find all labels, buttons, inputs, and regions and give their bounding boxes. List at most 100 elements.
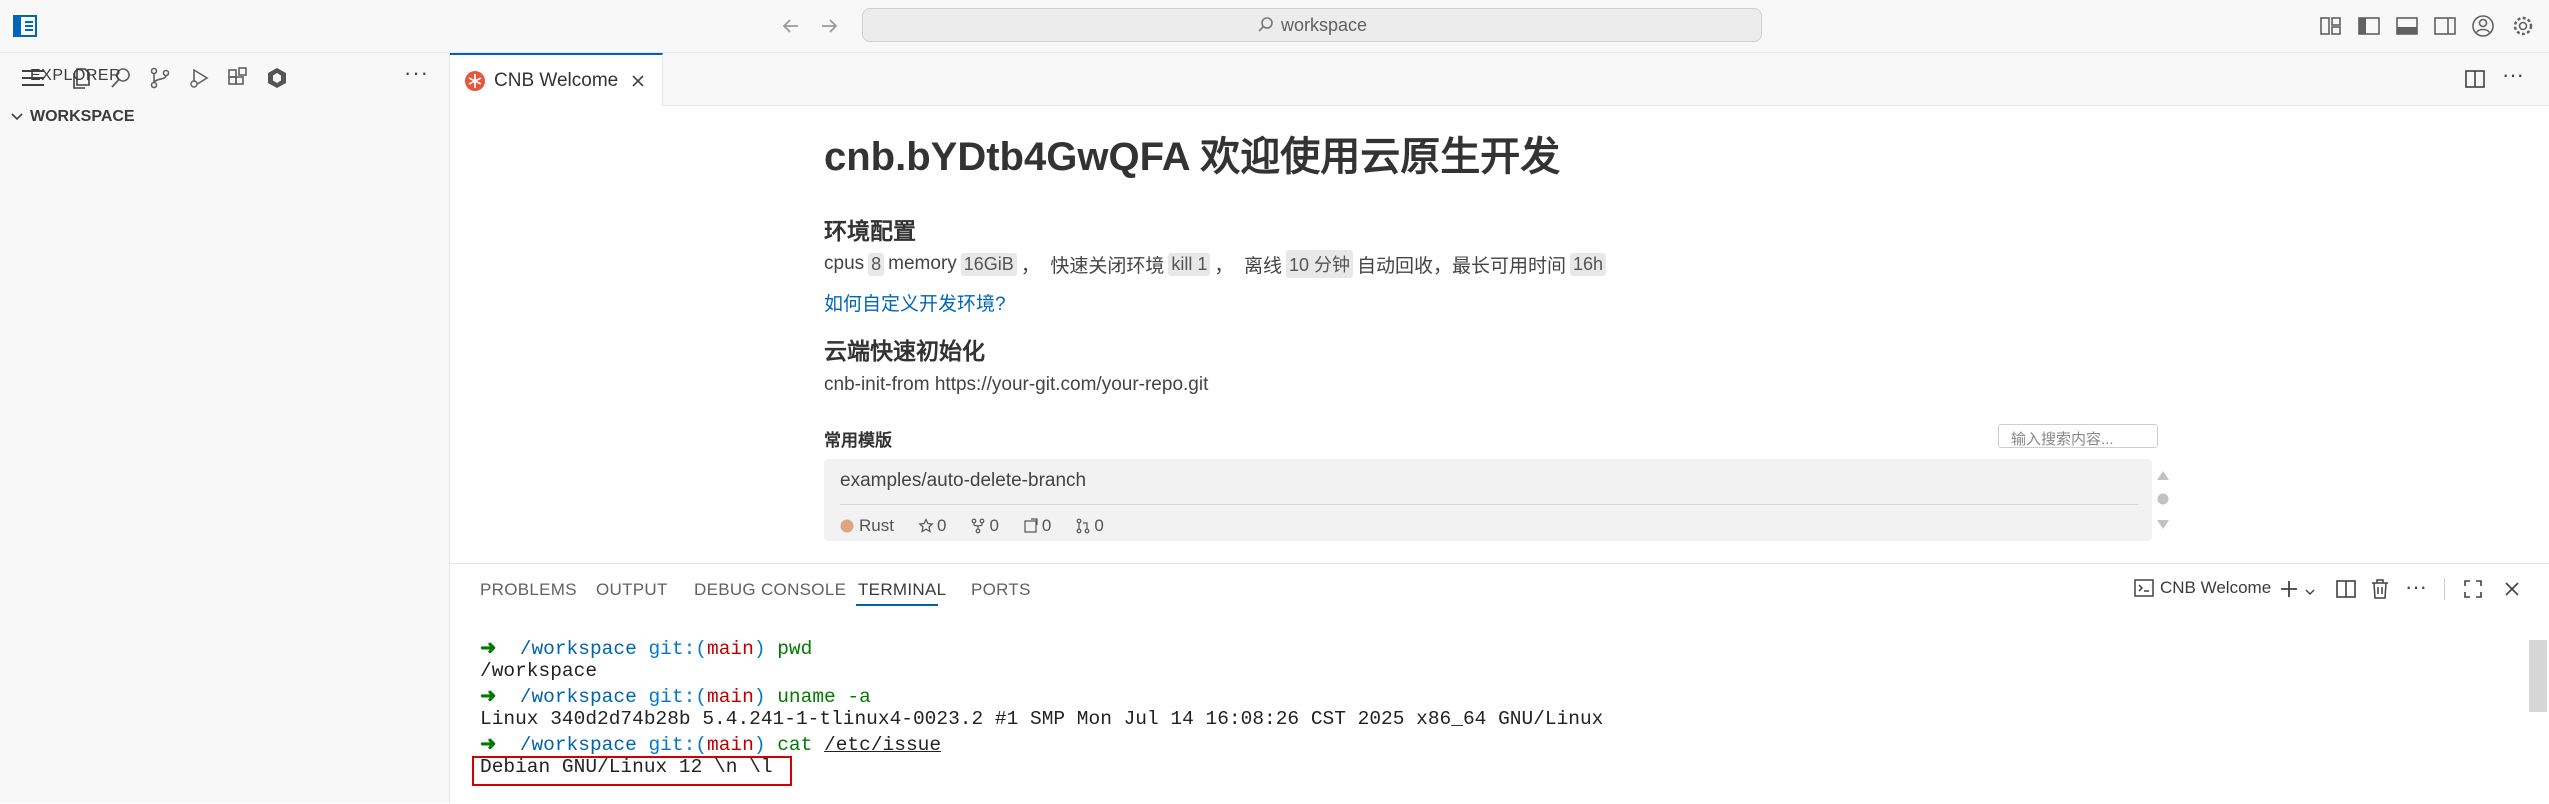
maximize-panel-icon[interactable] <box>2463 579 2483 604</box>
git-close: ) <box>753 686 766 708</box>
terminal-scrollbar[interactable] <box>2529 640 2547 712</box>
git-close: ) <box>753 638 766 660</box>
tab-cnb-welcome[interactable]: CNB Welcome <box>450 53 663 106</box>
git-label: git:( <box>648 734 707 756</box>
command-center-label: workspace <box>1280 14 1368 35</box>
split-editor-icon[interactable] <box>2462 66 2488 92</box>
forward-arrow-icon[interactable] <box>816 13 842 39</box>
active-tab-indicator <box>856 604 938 606</box>
cnb-hexagon-icon[interactable] <box>262 63 292 93</box>
customize-layout-icon[interactable] <box>2318 13 2344 39</box>
panel-more-actions-icon[interactable]: ··· <box>2405 574 2427 600</box>
template-search-input[interactable]: 输入搜索内容... <box>1998 424 2158 448</box>
git-branch: main <box>707 638 754 660</box>
command: pwd <box>777 638 813 660</box>
editor-more-actions-icon[interactable]: ··· <box>2500 62 2526 88</box>
offline-label: ， 离线 <box>1214 255 1282 277</box>
command-arg: /etc/issue <box>824 734 942 756</box>
pull-request-icon <box>1076 518 1090 534</box>
git-branch: main <box>707 734 754 756</box>
run-debug-icon[interactable] <box>184 63 214 93</box>
fork-icon <box>972 518 985 534</box>
quick-close-value: kill 1 <box>1168 252 1211 276</box>
explorer-more-actions-icon[interactable]: ··· <box>404 60 429 86</box>
tab-debug-console[interactable]: DEBUG CONSOLE <box>694 580 846 600</box>
cnb-logo-icon <box>465 70 485 91</box>
git-branch: main <box>707 686 754 708</box>
template-meta: Rust 0 0 0 0 <box>840 516 1128 536</box>
command-center-search[interactable]: workspace <box>862 8 1762 42</box>
language-tag: Rust <box>840 516 906 536</box>
app-logo-icon[interactable] <box>12 13 38 39</box>
trash-icon[interactable] <box>2370 578 2390 605</box>
prompt-arrow: ➜ <box>480 638 520 660</box>
close-icon[interactable] <box>630 73 646 89</box>
terminal-output: /workspace <box>480 660 598 682</box>
max-time-value: 16h <box>1570 252 1607 276</box>
source-control-icon[interactable] <box>145 63 175 93</box>
language-label: Rust <box>859 516 894 535</box>
prompt-path: /workspace <box>519 638 637 660</box>
toggle-panel-icon[interactable] <box>2394 13 2420 39</box>
cpus-value: 8 <box>868 252 885 276</box>
gear-icon[interactable] <box>2510 13 2536 39</box>
explorer-title: EXPLORER <box>30 67 122 84</box>
customize-env-link[interactable]: 如何自定义开发环境? <box>824 289 1006 316</box>
terminal-line: ➜ /workspace git:(main) cat /etc/issue <box>480 732 941 756</box>
tab-terminal[interactable]: TERMINAL <box>858 580 946 600</box>
workspace-label: WORKSPACE <box>30 108 135 125</box>
tab-label: CNB Welcome <box>494 69 619 91</box>
carousel-dot-icon[interactable] <box>2157 492 2169 510</box>
offline-value: 10 分钟 <box>1285 250 1353 278</box>
tab-ports[interactable]: PORTS <box>971 580 1031 600</box>
init-heading: 云端快速初始化 <box>824 338 985 364</box>
pr-count: 0 <box>1075 516 1115 536</box>
prompt-arrow: ➜ <box>480 686 520 708</box>
scroll-up-arrow-icon[interactable] <box>2156 468 2170 486</box>
close-panel-icon[interactable] <box>2503 580 2521 603</box>
git-label: git:( <box>648 686 707 708</box>
init-command: cnb-init-from https://your-git.com/your-… <box>824 374 1209 395</box>
auto-recycle-label: 自动回收，最长可用时间 <box>1356 255 1566 277</box>
forks-count: 0 <box>970 516 1010 536</box>
tab-problems[interactable]: PROBLEMS <box>480 580 577 600</box>
terminal-line: ➜ /workspace git:(main) uname -a <box>480 684 871 708</box>
issue-icon <box>1024 518 1038 533</box>
chevron-down-icon[interactable] <box>2304 584 2316 602</box>
chevron-down-icon <box>11 113 23 121</box>
language-dot-icon <box>840 519 854 533</box>
back-arrow-icon[interactable] <box>778 13 804 39</box>
terminal-name: CNB Welcome <box>2160 578 2272 597</box>
stars-count: 0 <box>918 516 958 536</box>
star-icon <box>918 518 934 533</box>
env-heading: 环境配置 <box>824 218 916 244</box>
prompt-arrow: ➜ <box>480 734 520 756</box>
toggle-primary-sidebar-icon[interactable] <box>2356 13 2382 39</box>
workspace-folder[interactable]: WORKSPACE <box>8 108 135 126</box>
page-title: cnb.bYDtb4GwQFA 欢迎使用云原生开发 <box>824 135 1561 179</box>
scroll-down-arrow-icon[interactable] <box>2156 518 2170 536</box>
env-config-line: cpus 8 memory 16GiB ， 快速关闭环境 kill 1 ， 离线… <box>824 250 1610 278</box>
extensions-icon[interactable] <box>223 63 253 93</box>
new-terminal-plus-icon[interactable] <box>2278 578 2300 605</box>
terminal-instance[interactable]: CNB Welcome <box>2134 578 2271 598</box>
terminal-icon <box>2134 579 2154 597</box>
toggle-secondary-sidebar-icon[interactable] <box>2432 13 2458 39</box>
split-terminal-icon[interactable] <box>2335 579 2357 604</box>
command: cat <box>777 734 813 756</box>
cpus-label: cpus <box>824 253 865 274</box>
search-icon <box>1258 17 1273 32</box>
card-divider <box>840 504 2138 505</box>
memory-label: memory <box>888 253 957 274</box>
primary-sidebar <box>0 53 450 803</box>
command: uname -a <box>777 686 871 708</box>
terminal-output: Linux 340d2d74b28b 5.4.241-1-tlinux4-002… <box>480 708 1604 730</box>
prompt-path: /workspace <box>519 686 637 708</box>
prompt-path: /workspace <box>519 734 637 756</box>
git-close: ) <box>753 734 766 756</box>
memory-value: 16GiB <box>960 252 1017 276</box>
template-name: examples/auto-delete-branch <box>840 470 1087 491</box>
tab-output[interactable]: OUTPUT <box>596 580 668 600</box>
account-icon[interactable] <box>2470 13 2496 39</box>
panel-toolbar-divider <box>2444 578 2445 600</box>
